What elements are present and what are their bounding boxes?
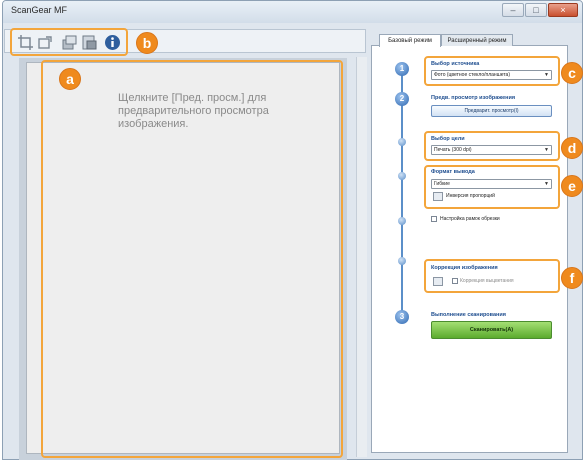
crop-frame-checkbox[interactable] — [431, 216, 437, 222]
callout-d: d — [561, 137, 583, 159]
chevron-down-icon: ▼ — [544, 147, 549, 153]
step-2-marker: 2 — [395, 92, 409, 106]
output-format-select-value: Гибкие — [434, 181, 450, 187]
step-1-marker: 1 — [395, 62, 409, 76]
callout-c: c — [561, 62, 583, 84]
maximize-button[interactable]: □ — [525, 3, 547, 17]
callout-f: f — [561, 267, 583, 289]
step-rail — [401, 70, 403, 320]
step-dot-destination — [398, 138, 406, 146]
callout-a: a — [59, 68, 81, 90]
invert-ratio-label: Инверсия пропорций — [446, 193, 495, 199]
chevron-down-icon: ▼ — [544, 181, 549, 187]
scan-section-label: Выполнение сканирования — [431, 312, 506, 318]
info-icon[interactable] — [104, 34, 121, 51]
correction-label: Коррекция изображения — [431, 265, 498, 271]
source-select-value: Фото (цветное стекло/планшета) — [434, 72, 510, 78]
destination-select-value: Печать (300 dpi) — [434, 147, 472, 153]
crop-icon[interactable] — [17, 34, 34, 51]
output-format-select[interactable]: Гибкие ▼ — [431, 179, 552, 189]
step-dot-crop-frame — [398, 217, 406, 225]
window-controls: – □ × — [502, 3, 578, 17]
destination-label: Выбор цели — [431, 136, 465, 142]
fade-correction-label: Коррекция выцветания — [460, 278, 514, 284]
scan-button[interactable]: Сканировать(A) — [431, 321, 552, 339]
crop-frame-label: Настройка рамок обрезки — [440, 216, 500, 222]
tab-advanced-mode[interactable]: Расширенный режим — [441, 34, 513, 46]
close-button[interactable]: × — [548, 3, 578, 17]
preview-button[interactable]: Предварит. просмотр(I) — [431, 105, 552, 117]
destination-select[interactable]: Печать (300 dpi) ▼ — [431, 145, 552, 155]
select-all-icon[interactable] — [61, 34, 78, 51]
image-correction-icon — [433, 277, 443, 286]
preview-hint-text: Щелкните [Пред. просм.] для предваритель… — [118, 92, 269, 130]
invert-ratio-icon[interactable] — [433, 192, 443, 201]
window-title: ScanGear MF — [11, 5, 68, 15]
output-format-label: Формат вывода — [431, 169, 475, 175]
source-select[interactable]: Фото (цветное стекло/планшета) ▼ — [431, 70, 552, 80]
preview-section-label: Предв. просмотр изображения — [431, 95, 516, 101]
title-bar: ScanGear MF – □ × — [3, 1, 582, 23]
step-dot-correction — [398, 257, 406, 265]
chevron-down-icon: ▼ — [544, 72, 549, 78]
step-dot-output-format — [398, 172, 406, 180]
preview-scrollbar[interactable] — [356, 57, 367, 457]
auto-crop-icon[interactable] — [37, 34, 54, 51]
step-3-marker: 3 — [395, 310, 409, 324]
minimize-button[interactable]: – — [502, 3, 524, 17]
callout-b: b — [136, 32, 158, 54]
tab-basic-mode[interactable]: Базовый режим — [379, 34, 441, 47]
zoom-icon[interactable] — [81, 34, 98, 51]
callout-e: e — [561, 175, 583, 197]
source-label: Выбор источника — [431, 61, 480, 67]
fade-correction-checkbox[interactable] — [452, 278, 458, 284]
